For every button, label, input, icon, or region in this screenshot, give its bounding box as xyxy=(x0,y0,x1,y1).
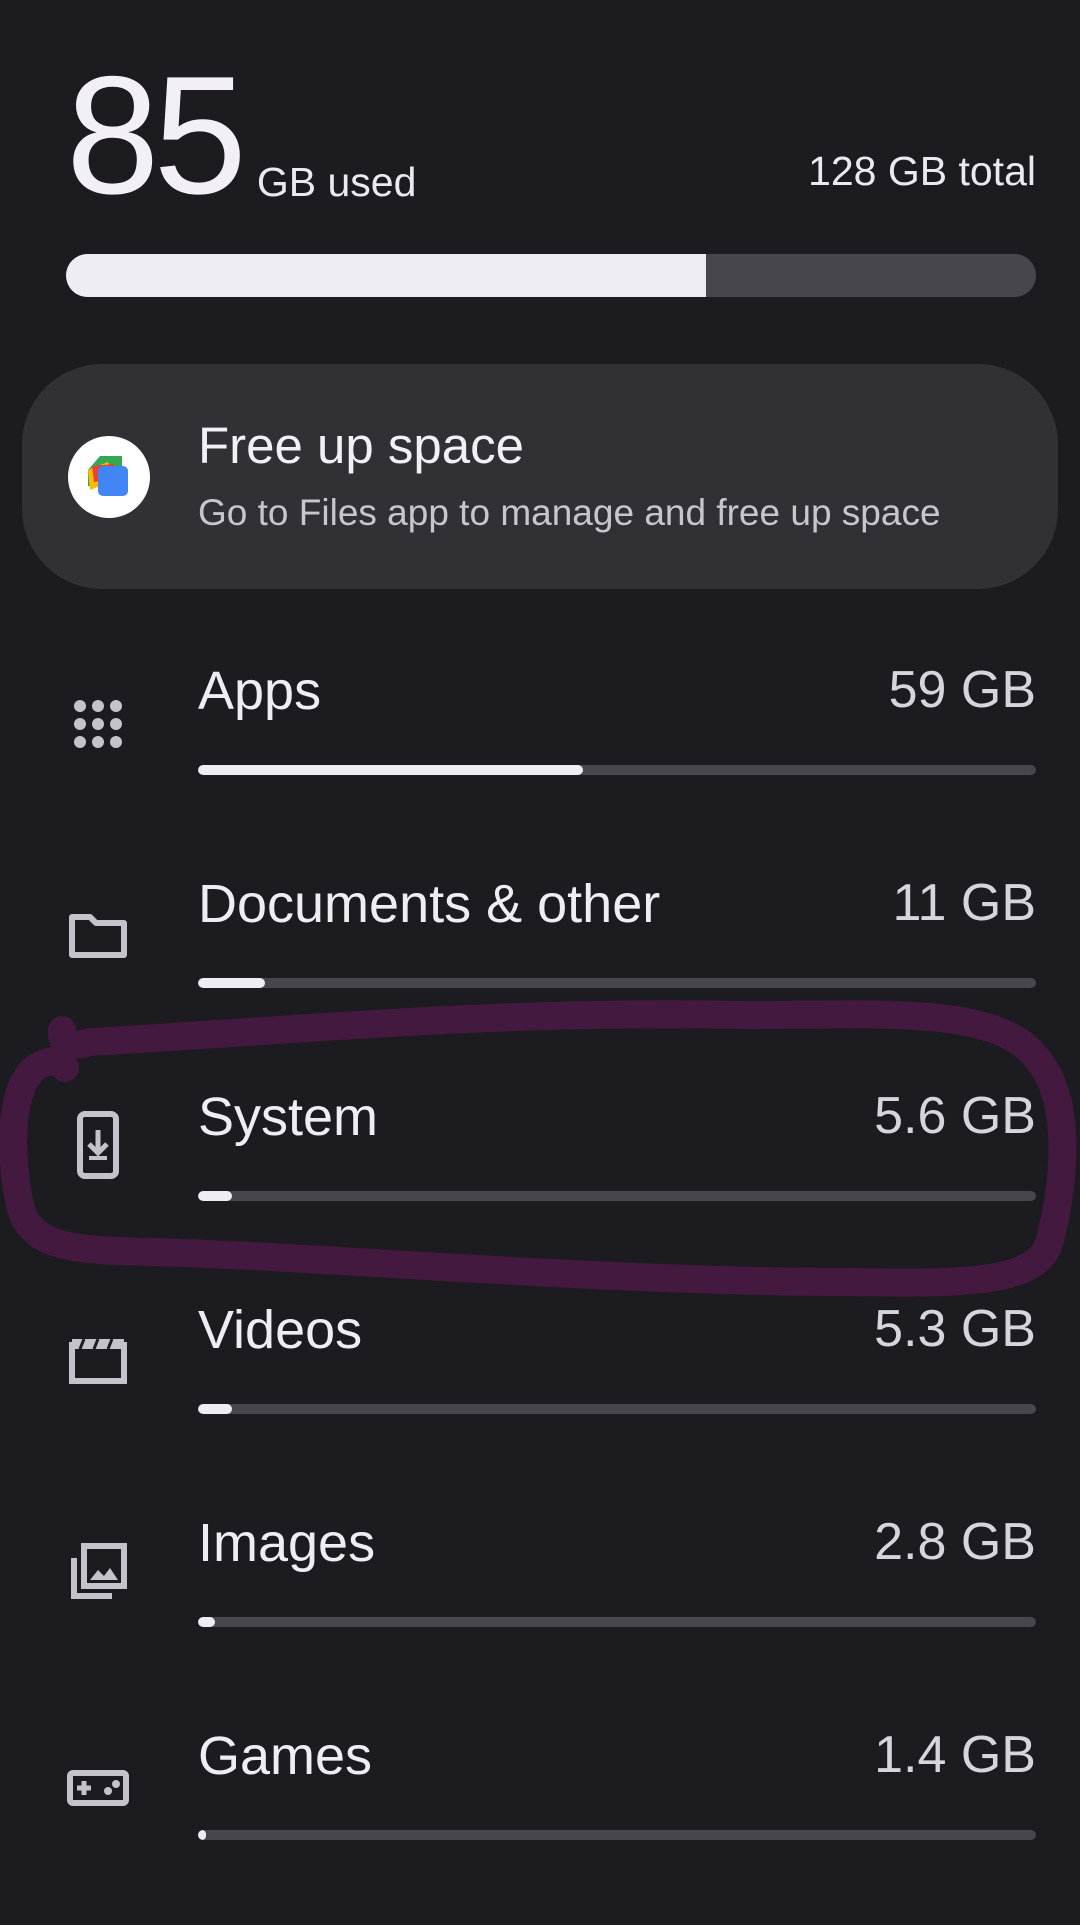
system-update-icon xyxy=(66,1110,130,1179)
folder-icon xyxy=(66,903,130,967)
category-progress-bar xyxy=(198,1617,1036,1627)
category-progress-fill xyxy=(198,1404,232,1414)
category-progress-fill xyxy=(198,1830,207,1840)
used-value: 85 xyxy=(66,41,247,229)
category-progress-bar xyxy=(198,765,1036,775)
category-name: Videos xyxy=(198,1300,363,1360)
free-up-space-subtitle: Go to Files app to manage and free up sp… xyxy=(198,492,941,533)
category-images[interactable]: Images 2.8 GB xyxy=(0,1512,1080,1712)
category-size: 59 GB xyxy=(888,661,1036,719)
category-progress-bar xyxy=(198,1404,1036,1414)
category-documents-other[interactable]: Documents & other 11 GB xyxy=(0,873,1080,1073)
free-up-space-title: Free up space xyxy=(198,417,525,474)
category-progress-fill xyxy=(198,978,266,988)
free-up-space-card[interactable]: Free up space Go to Files app to manage … xyxy=(22,364,1058,589)
category-size: 2.8 GB xyxy=(874,1513,1036,1571)
category-size: 5.3 GB xyxy=(874,1300,1036,1358)
category-size: 5.6 GB xyxy=(874,1087,1036,1145)
total-storage-label: 128 GB total xyxy=(808,148,1036,194)
category-videos[interactable]: Videos 5.3 GB xyxy=(0,1299,1080,1499)
category-name: System xyxy=(198,1087,379,1147)
storage-progress-bar xyxy=(66,254,1036,297)
category-size: 1.4 GB xyxy=(874,1726,1036,1784)
photo-library-icon xyxy=(66,1540,130,1604)
category-progress-fill xyxy=(198,1617,215,1627)
gamepad-icon xyxy=(66,1755,130,1819)
category-progress-fill xyxy=(198,1191,232,1201)
category-name: Games xyxy=(198,1726,373,1786)
category-apps[interactable]: Apps 59 GB xyxy=(0,660,1080,860)
category-progress-bar xyxy=(198,1830,1036,1840)
storage-used: 85 GB used xyxy=(66,40,417,229)
files-app-icon xyxy=(68,436,150,518)
category-size: 11 GB xyxy=(892,874,1036,932)
category-name: Documents & other xyxy=(198,874,661,934)
apps-grid-icon xyxy=(66,692,130,756)
category-progress-fill xyxy=(198,765,584,775)
category-system[interactable]: System 5.6 GB xyxy=(0,1086,1080,1286)
category-name: Images xyxy=(198,1513,376,1573)
category-games[interactable]: Games 1.4 GB xyxy=(0,1725,1080,1925)
category-name: Apps xyxy=(198,661,322,721)
category-progress-bar xyxy=(198,978,1036,988)
movie-icon xyxy=(66,1329,130,1393)
category-progress-bar xyxy=(198,1191,1036,1201)
used-unit: GB used xyxy=(256,159,417,205)
storage-progress-fill xyxy=(66,254,707,297)
